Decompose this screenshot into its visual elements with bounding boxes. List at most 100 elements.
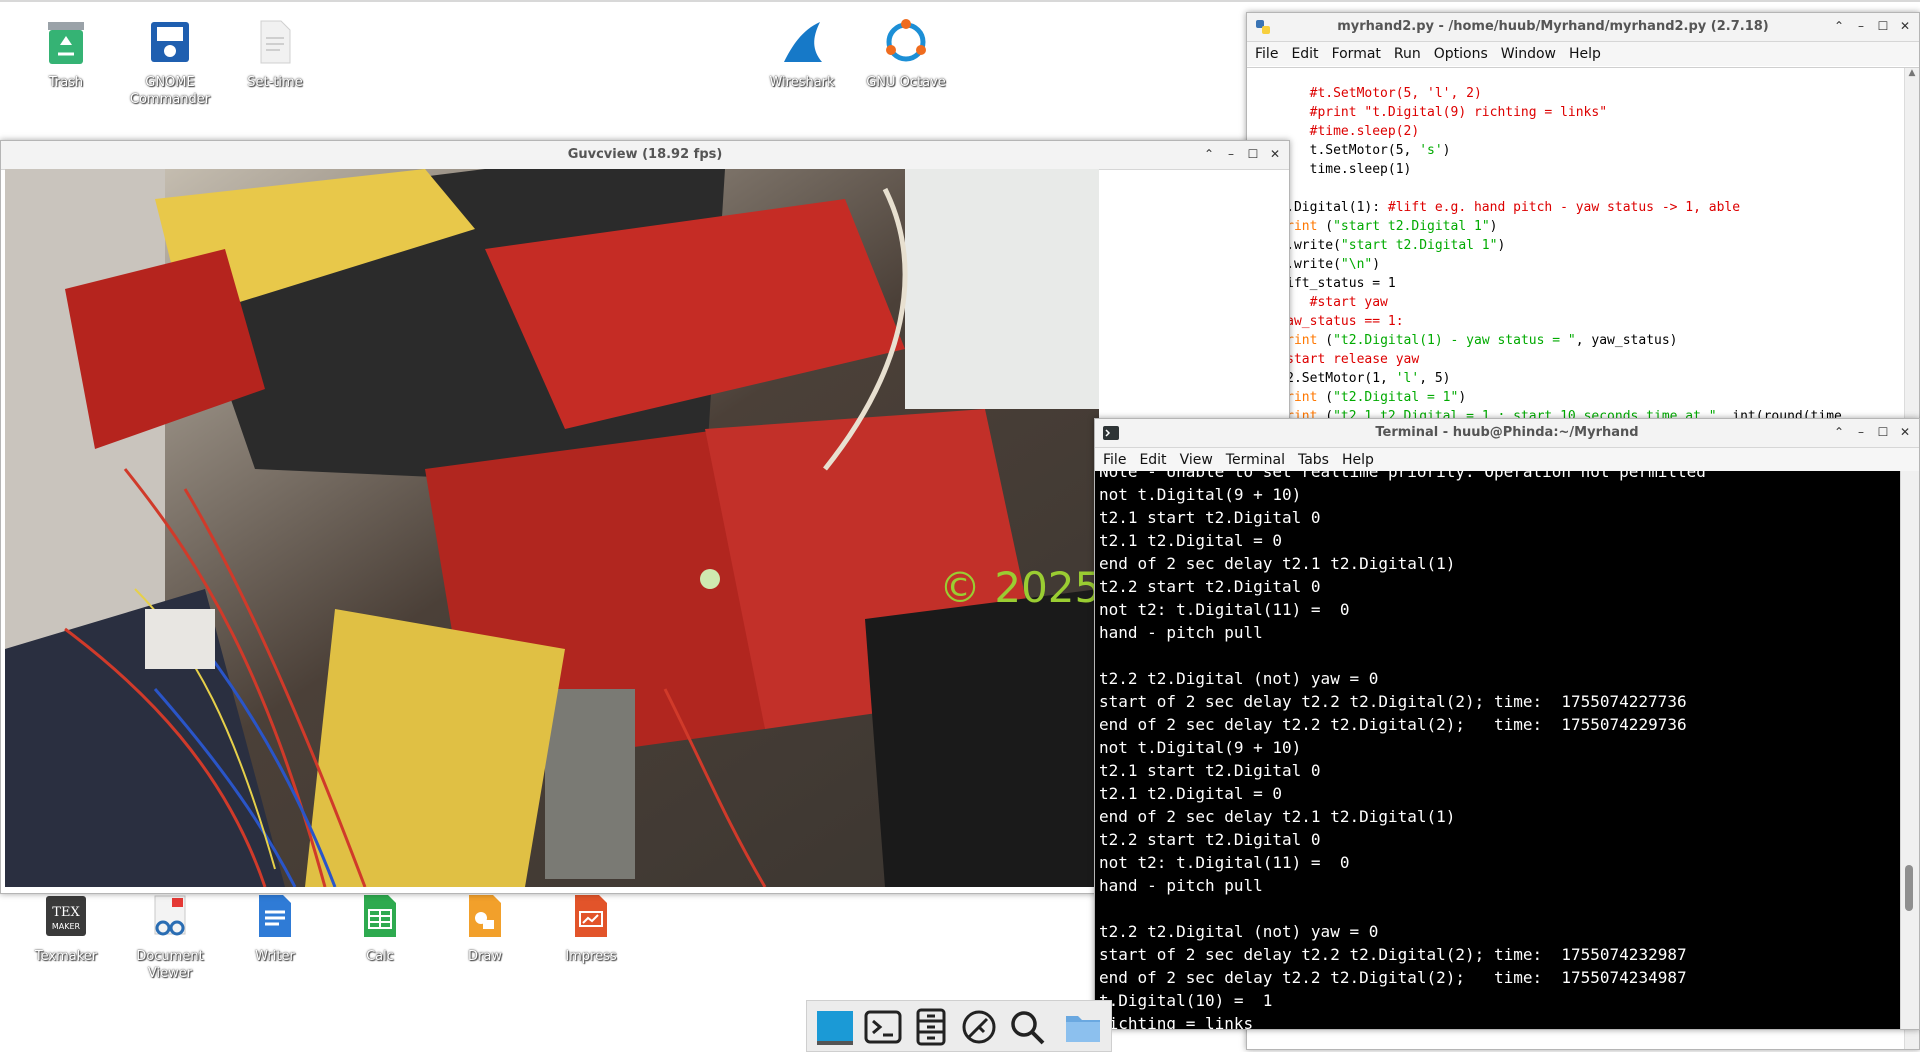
window-roll-icon[interactable]: ⌃ [1201,146,1217,162]
menu-terminal[interactable]: Terminal [1226,452,1285,468]
menu-view[interactable]: View [1180,452,1213,468]
terminal-text: Note - Unable to set realtime priority: … [1099,471,1706,1029]
menu-run[interactable]: Run [1394,46,1421,62]
window-maximize-icon[interactable]: ☐ [1245,146,1261,162]
desktop-icon-texmaker[interactable]: TEX MAKER Texmaker [14,892,118,965]
svg-text:TEX: TEX [52,905,80,920]
terminal-line: richting = links [1099,1014,1254,1029]
menu-format[interactable]: Format [1332,46,1381,62]
window-maximize-icon[interactable]: ☐ [1875,424,1891,440]
window-minimize-icon[interactable]: – [1223,146,1239,162]
desktop-icon-wireshark[interactable]: Wireshark [750,18,854,91]
globe-icon[interactable] [959,1007,999,1047]
terminal-line: end of 2 sec delay t2.2 t2.Digital(2); t… [1099,715,1687,734]
window-close-icon[interactable]: ✕ [1897,18,1913,34]
terminal-line: t2.2 t2.Digital (not) yaw = 0 [1099,922,1379,941]
desktop-icon-label: GNOME Commander [129,75,211,107]
shark-fin-icon [778,18,826,66]
window-minimize-icon[interactable]: – [1853,424,1869,440]
code-line: time.sleep(1) [1247,160,1842,179]
terminal-titlebar[interactable]: Terminal - huub@Phinda:~/Myrhand ⌃ – ☐ ✕ [1095,419,1919,448]
code-line: #start yaw [1247,293,1842,312]
window-close-icon[interactable]: ✕ [1267,146,1283,162]
code-token: "start t2.Digital 1" [1340,238,1498,253]
terminal-scroll-thumb[interactable] [1905,865,1913,911]
desktop-icon-draw[interactable]: Draw [433,892,537,965]
desktop-icon[interactable] [815,1007,855,1047]
desktop-icon-gnome-commander[interactable]: GNOME Commander [118,18,222,108]
desktop-icon-writer[interactable]: Writer [223,892,327,965]
search-icon[interactable] [1007,1007,1047,1047]
code-token: ) [1442,143,1451,158]
menu-options[interactable]: Options [1434,46,1488,62]
terminal-output[interactable]: Note - Unable to set realtime priority: … [1095,471,1901,1029]
code-token: #lift e.g. hand pitch - yaw status -> 1,… [1387,200,1741,215]
menu-tabs[interactable]: Tabs [1298,452,1329,468]
desktop-icon-label: GNU Octave [866,75,946,90]
idle-title: myrhand2.py - /home/huub/Myrhand/myrhand… [1337,19,1769,34]
terminal-icon[interactable] [863,1007,903,1047]
window-close-icon[interactable]: ✕ [1897,424,1913,440]
code-token: #t.SetMotor(5, 'l', 2) [1247,86,1482,101]
code-token: "t2.Digital(1) - yaw status = " [1333,333,1576,348]
guvcview-title: Guvcview (18.92 fps) [567,147,723,162]
desktop-icon-label: Impress [565,949,617,964]
menu-file[interactable]: File [1255,46,1278,62]
code-text[interactable]: #t.SetMotor(5, 'l', 2) #print "t.Digital… [1247,84,1842,426]
code-token: ) [1489,219,1498,234]
terminal-title: Terminal - huub@Phinda:~/Myrhand [1375,425,1639,440]
window-minimize-icon[interactable]: – [1853,18,1869,34]
code-line: #if yaw_status == 1: [1247,312,1842,331]
code-token: ( [1317,390,1334,405]
cabinet-icon[interactable] [911,1007,951,1047]
code-line: #print "t.Digital(9) richting = links" [1247,103,1842,122]
code-line: print ("start t2.Digital 1") [1247,217,1842,236]
code-line: #t.SetMotor(5, 'l', 2) [1247,84,1842,103]
menu-file[interactable]: File [1103,452,1126,468]
desktop-icon-trash[interactable]: Trash [14,18,118,91]
terminal-scrollbar[interactable] [1900,471,1919,1029]
code-token: "\n" [1340,257,1373,272]
desktop-icon-gnu-octave[interactable]: GNU Octave [854,18,958,91]
window-roll-icon[interactable]: ⌃ [1831,424,1847,440]
terminal-line: end of 2 sec delay t2.1 t2.Digital(1) [1099,807,1456,826]
code-token: , 5) [1419,371,1451,386]
idle-titlebar[interactable]: myrhand2.py - /home/huub/Myrhand/myrhand… [1247,13,1919,42]
menu-help[interactable]: Help [1569,46,1601,62]
writer-icon [251,892,299,940]
camera-video-feed: © 2025 Huub van Niekerk [5,169,1099,887]
code-token: "start t2.Digital 1" [1333,219,1490,234]
code-token: #time.sleep(2) [1247,124,1420,139]
terminal-line: hand - pitch pull [1099,876,1263,895]
menu-window[interactable]: Window [1501,46,1556,62]
python-icon [1255,19,1271,39]
terminal-line: not t2: t.Digital(11) = 0 [1099,853,1350,872]
scroll-up-icon[interactable]: ▲ [1905,68,1919,78]
terminal-line: t.Digital(10) = 1 [1099,991,1273,1010]
menu-edit[interactable]: Edit [1139,452,1166,468]
window-roll-icon[interactable]: ⌃ [1831,18,1847,34]
desktop-icon-label: Texmaker [34,949,98,964]
code-token: ( [1317,333,1334,348]
desktop-icon-calc[interactable]: Calc [328,892,432,965]
code-token: 's' [1419,143,1443,158]
desktop-icon-document-viewer[interactable]: Document Viewer [118,892,222,982]
folder-icon[interactable] [1063,1007,1103,1047]
guvcview-titlebar[interactable]: Guvcview (18.92 fps) ⌃ – ☐ ✕ [1,141,1289,170]
window-maximize-icon[interactable]: ☐ [1875,18,1891,34]
menu-help[interactable]: Help [1342,452,1374,468]
code-token: ) [1497,238,1506,253]
terminal-line: end of 2 sec delay t2.1 t2.Digital(1) [1099,554,1456,573]
desktop-icon-impress[interactable]: Impress [539,892,643,965]
terminal-window[interactable]: Terminal - huub@Phinda:~/Myrhand ⌃ – ☐ ✕… [1094,418,1920,1030]
desktop-icon-label: Calc [366,949,394,964]
menu-edit[interactable]: Edit [1291,46,1318,62]
draw-icon [461,892,509,940]
code-token: , yaw_status) [1575,333,1678,348]
terminal-line: start of 2 sec delay t2.2 t2.Digital(2);… [1099,945,1687,964]
desktop-icon-label: Document Viewer [136,949,204,981]
desktop-icon-set-time[interactable]: Set-time [223,18,327,91]
terminal-line: t2.1 start t2.Digital 0 [1099,761,1321,780]
